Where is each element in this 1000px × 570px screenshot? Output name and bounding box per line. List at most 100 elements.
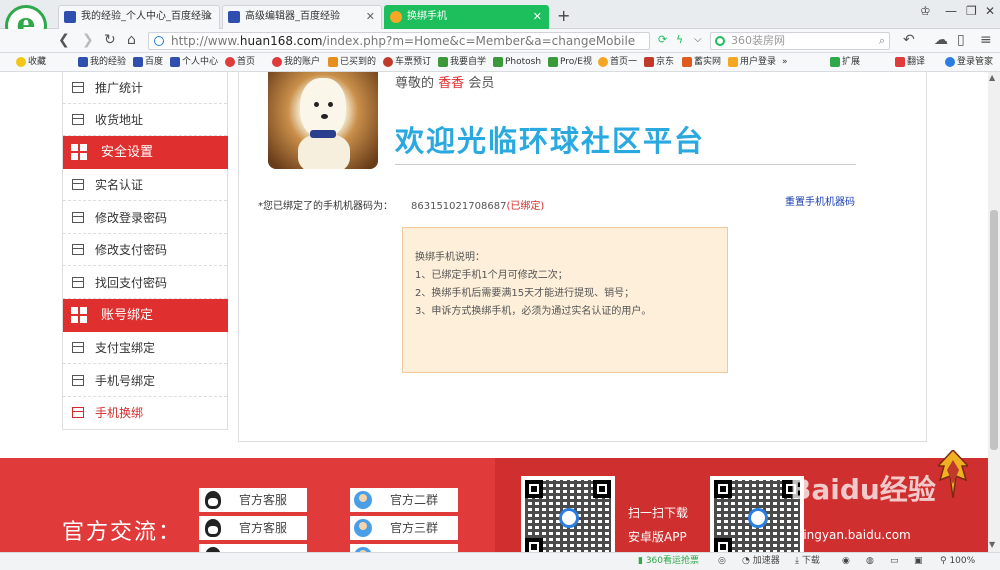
back-icon[interactable]: ❮ [58, 32, 70, 48]
address-bar[interactable]: http://www.huan168.com/index.php?m=Home&… [148, 32, 650, 50]
home-icon[interactable]: ⌂ [127, 32, 136, 48]
list-icon [72, 244, 84, 255]
section-title: 账号绑定 [101, 308, 154, 323]
bookmark-item[interactable]: 已买到的 [328, 53, 376, 71]
sidebar-item-label: 手机号绑定 [95, 374, 156, 388]
bookmark-item[interactable]: 百度 [133, 53, 163, 71]
username: 香香 [438, 76, 465, 91]
screen-icon[interactable]: ▭ [890, 553, 899, 570]
bookmark-bar: 收藏 我的经验 百度 个人中心 首页 我的账户 已买到的 车票预订 我要自学 P… [0, 53, 1000, 72]
menu-icon[interactable]: ≡ [980, 32, 992, 48]
sidebar-item-label: 找回支付密码 [95, 276, 168, 290]
list-icon [72, 212, 84, 223]
avatar-eye [314, 102, 319, 107]
bound-device-row: *您已绑定了的手机机器码为： 863151021708687(已绑定) [258, 197, 544, 212]
bookmark-item[interactable]: 收藏 [16, 53, 46, 71]
person-icon [354, 519, 372, 537]
reset-device-code-link[interactable]: 重置手机机器码 [785, 193, 855, 208]
qq-icon [205, 491, 221, 509]
list-icon [72, 114, 84, 125]
bookmark-item[interactable]: 我要自学 [438, 53, 486, 71]
undo-icon[interactable]: ↶ [903, 32, 915, 48]
minimize-icon[interactable]: — [945, 4, 957, 18]
bookmark-overflow-icon[interactable]: » [782, 53, 788, 71]
qr-caption: 安卓版APP [628, 530, 687, 544]
download-button[interactable]: ⤓ 下载 [795, 553, 820, 570]
bookmark-item[interactable]: 车票预订 [383, 53, 431, 71]
close-icon[interactable]: ✕ [204, 6, 213, 28]
scroll-down-icon[interactable]: ▼ [989, 540, 995, 549]
bookmark-item[interactable]: 首页一 [598, 53, 637, 71]
mobile-icon[interactable]: ▯ [957, 32, 965, 48]
avatar-dog-body [298, 134, 350, 169]
box-icon[interactable]: ▣ [914, 553, 923, 570]
camera-icon[interactable]: ◍ [866, 553, 874, 570]
ticket-ad[interactable]: ▮ 360看运抢票 [638, 553, 699, 570]
sidebar-item-phone-bind[interactable]: 手机号绑定 [63, 365, 227, 397]
close-icon[interactable]: ✕ [366, 6, 375, 28]
accelerator-button[interactable]: ◔ 加速器 [742, 553, 780, 570]
sidebar-item-pay-password[interactable]: 修改支付密码 [63, 234, 227, 266]
chevron-down-icon[interactable]: ⌵ [694, 32, 702, 48]
shield-icon[interactable]: ◎ [718, 553, 726, 570]
speed-icon[interactable]: ϟ [676, 32, 683, 48]
bookmark-item[interactable]: Photosh [493, 53, 541, 71]
zoom-level[interactable]: ⚲ 100% [940, 553, 975, 570]
avatar[interactable] [268, 72, 378, 169]
scrollbar-thumb[interactable] [990, 210, 998, 450]
bookmark-item[interactable]: 我的经验 [78, 53, 126, 71]
security-icon[interactable]: ⟳ [658, 32, 667, 48]
person-icon [354, 491, 372, 509]
tab-title: 换绑手机 [407, 11, 447, 22]
bookmark-item[interactable]: 蓄实网 [682, 53, 721, 71]
nav-bar: ❮ ❯ ↻ ⌂ http://www.huan168.com/index.php… [0, 29, 1000, 53]
bookmark-item[interactable]: 首页 [225, 53, 255, 71]
sound-icon[interactable]: ◉ [842, 553, 850, 570]
sidebar-item-label: 实名认证 [95, 178, 144, 192]
new-tab-button[interactable]: + [557, 8, 570, 24]
sidebar-item-recover-pay-password[interactable]: 找回支付密码 [63, 267, 227, 299]
bookmark-item[interactable]: 京东 [644, 53, 674, 71]
qq-group-button[interactable]: 官方客服 [199, 488, 307, 512]
favicon-icon [228, 11, 240, 23]
bookmark-item[interactable]: 用户登录 [728, 53, 776, 71]
close-icon[interactable]: ✕ [533, 6, 542, 28]
maximize-icon[interactable]: ❐ [966, 4, 977, 18]
sidebar-item-label: 修改登录密码 [95, 211, 168, 225]
sidebar-item-promotion-stats[interactable]: 推广统计 [63, 72, 227, 104]
qq-group-button[interactable]: 官方客服 [199, 516, 307, 540]
sidebar-item-alipay[interactable]: 支付宝绑定 [63, 332, 227, 364]
tab-advanced-editor[interactable]: 高级编辑器_百度经验 ✕ [222, 5, 382, 29]
forward-icon[interactable]: ❯ [82, 32, 94, 48]
mascot-icon [938, 450, 968, 498]
address-domain: huan168.com [239, 34, 323, 48]
sidebar-item-address[interactable]: 收货地址 [63, 104, 227, 136]
cloud-icon[interactable]: ☁ [934, 32, 948, 48]
sidebar-item-change-phone[interactable]: 手机换绑 [63, 397, 227, 429]
qq-group-button[interactable]: 官方二群 [350, 488, 458, 512]
refresh-icon[interactable]: ↻ [104, 32, 116, 48]
sidebar-item-label: 收货地址 [95, 113, 144, 127]
search-input[interactable]: 360装房网 ⌕ [710, 32, 890, 50]
qq-group-button[interactable] [350, 544, 458, 552]
greeting: 尊敬的 香香 会员 [395, 72, 494, 91]
sidebar-item-login-password[interactable]: 修改登录密码 [63, 202, 227, 234]
qq-group-button[interactable]: 官方三群 [350, 516, 458, 540]
sidebar-item-real-name[interactable]: 实名认证 [63, 169, 227, 201]
extensions-button[interactable]: 扩展 [830, 53, 860, 71]
tab-my-experience[interactable]: 我的经验_个人中心_百度经验 ✕ [58, 5, 220, 29]
bookmark-item[interactable]: 个人中心 [170, 53, 218, 71]
skin-icon[interactable]: ♔ [920, 4, 931, 18]
sidebar-item-label: 支付宝绑定 [95, 341, 156, 355]
bookmark-item[interactable]: Pro/E视 [548, 53, 592, 71]
close-window-icon[interactable]: ✕ [985, 4, 995, 18]
tab-change-phone[interactable]: 换绑手机 ✕ [384, 5, 549, 29]
translate-button[interactable]: 翻译 [895, 53, 925, 71]
qq-group-button[interactable] [199, 544, 307, 552]
notice-line: 1、已绑定手机1个月可修改二次； [415, 270, 568, 281]
search-icon[interactable]: ⌕ [879, 33, 885, 49]
login-manager-button[interactable]: 登录管家 [945, 53, 993, 71]
status-badge: (已绑定) [506, 201, 545, 212]
scroll-up-icon[interactable]: ▲ [989, 73, 995, 82]
bookmark-item[interactable]: 我的账户 [272, 53, 320, 71]
